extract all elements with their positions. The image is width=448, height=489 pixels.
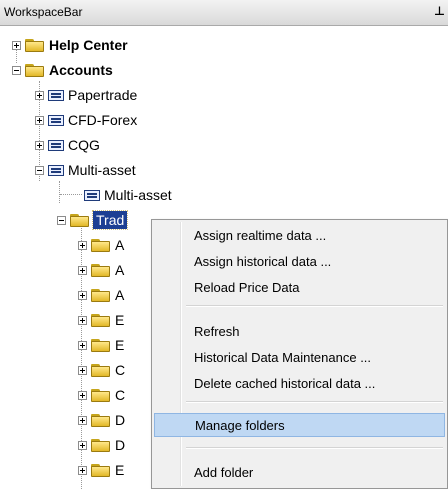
tree-node-label: A	[115, 237, 125, 253]
tree-node-folder[interactable]: D	[78, 409, 125, 431]
tree-node-label: C	[115, 387, 126, 403]
menu-item-label: Assign historical data ...	[194, 253, 332, 269]
tree-node-folder[interactable]: A	[78, 259, 124, 281]
tree-node-accounts[interactable]: Accounts	[12, 59, 113, 81]
menu-item-refresh[interactable]: Refresh	[154, 319, 445, 343]
tree-node-label: Help Center	[49, 37, 128, 53]
menu-separator	[186, 401, 443, 403]
tree-node-label: E	[115, 337, 125, 353]
folder-icon	[91, 338, 111, 352]
expand-plus-icon[interactable]	[78, 315, 87, 325]
workspace-bar-titlebar: WorkspaceBar ⊥	[0, 0, 448, 26]
folder-icon	[91, 463, 111, 477]
expand-plus-icon[interactable]	[78, 290, 87, 300]
tree-node-multi-asset-account[interactable]: Multi-asset	[80, 184, 172, 206]
tree-node-cfd-forex[interactable]: CFD-Forex	[35, 109, 137, 131]
account-icon	[48, 89, 64, 101]
folder-icon	[70, 213, 90, 227]
tree-node-label: CFD-Forex	[68, 112, 138, 128]
folder-icon	[91, 438, 111, 452]
tree-node-help-center[interactable]: Help Center	[12, 34, 128, 56]
tree-connector	[60, 194, 82, 195]
collapse-minus-icon[interactable]	[35, 165, 44, 175]
menu-item-label: Delete cached historical data ...	[194, 375, 376, 391]
account-icon	[84, 189, 100, 201]
folder-icon	[91, 413, 111, 427]
folder-icon	[91, 388, 111, 402]
expand-plus-icon[interactable]	[78, 390, 87, 400]
menu-item-manage-folders[interactable]: Manage folders	[154, 413, 445, 437]
menu-item-assign-realtime-data[interactable]: Assign realtime data ...	[154, 223, 445, 247]
expand-plus-icon[interactable]	[78, 440, 87, 450]
expand-plus-icon[interactable]	[78, 265, 87, 275]
menu-item-label: Add folder	[194, 464, 254, 480]
context-menu: Assign realtime data ... Assign historic…	[151, 219, 448, 489]
tree-node-folder[interactable]: A	[78, 234, 124, 256]
tree-node-label: A	[115, 287, 125, 303]
menu-item-add-folder[interactable]: Add folder	[154, 460, 445, 484]
folder-icon	[91, 288, 111, 302]
menu-item-label: Historical Data Maintenance ...	[194, 349, 372, 365]
folder-icon	[91, 313, 111, 327]
folder-icon	[91, 363, 111, 377]
expand-plus-icon[interactable]	[78, 340, 87, 350]
tree-node-multi-asset[interactable]: Multi-asset	[35, 159, 136, 181]
tree-node-label: D	[115, 412, 126, 428]
tree-node-cqg[interactable]: CQG	[35, 134, 100, 156]
tree-node-label: Papertrade	[68, 87, 138, 103]
account-icon	[48, 164, 64, 176]
tree-node-label: CQG	[68, 137, 100, 153]
expand-plus-icon[interactable]	[78, 415, 87, 425]
expand-plus-icon[interactable]	[78, 465, 87, 475]
menu-item-assign-historical-data[interactable]: Assign historical data ...	[154, 249, 445, 273]
menu-item-label: Assign realtime data ...	[194, 227, 327, 243]
menu-item-historical-data-maintenance[interactable]: Historical Data Maintenance ...	[154, 345, 445, 369]
tree-node-folder[interactable]: C	[78, 359, 125, 381]
expand-plus-icon[interactable]	[35, 115, 44, 125]
tree-node-label: Trad	[91, 210, 129, 230]
tree-node-folder[interactable]: E	[78, 309, 124, 331]
tree-node-folder[interactable]: E	[78, 334, 124, 356]
tree-node-label: Multi-asset	[68, 162, 136, 178]
folder-icon	[25, 38, 45, 52]
tree-node-label: Multi-asset	[104, 187, 172, 203]
tree-node-label: A	[115, 262, 125, 278]
pin-icon[interactable]: ⊥	[434, 4, 445, 18]
tree-node-label: Accounts	[49, 62, 113, 78]
tree-node-papertrade[interactable]: Papertrade	[35, 84, 137, 106]
workspace-bar-panel: WorkspaceBar ⊥ Help Center Accounts Pape…	[0, 0, 448, 489]
menu-item-reload-price-data[interactable]: Reload Price Data	[154, 275, 445, 299]
folder-icon	[91, 263, 111, 277]
tree-node-label: E	[115, 312, 125, 328]
menu-separator	[186, 305, 443, 307]
tree-node-label: E	[115, 462, 125, 478]
tree-node-trade-selected[interactable]: Trad	[57, 209, 129, 231]
expand-plus-icon[interactable]	[12, 40, 21, 50]
menu-item-delete-cached-historical-data[interactable]: Delete cached historical data ...	[154, 371, 445, 395]
folder-icon	[25, 63, 45, 77]
expand-plus-icon[interactable]	[78, 365, 87, 375]
account-icon	[48, 139, 64, 151]
menu-item-label: Manage folders	[195, 417, 285, 433]
menu-item-label: Refresh	[194, 323, 240, 339]
tree-node-folder[interactable]: C	[78, 384, 125, 406]
tree-node-label: D	[115, 437, 126, 453]
menu-separator	[186, 447, 443, 449]
collapse-minus-icon[interactable]	[57, 215, 66, 225]
expand-plus-icon[interactable]	[35, 90, 44, 100]
tree-node-folder[interactable]: D	[78, 434, 125, 456]
tree-connector	[59, 181, 60, 203]
tree-node-label: C	[115, 362, 126, 378]
menu-item-label: Reload Price Data	[194, 279, 300, 295]
expand-plus-icon[interactable]	[78, 240, 87, 250]
tree-node-folder[interactable]: A	[78, 284, 124, 306]
panel-title: WorkspaceBar	[4, 5, 83, 19]
tree-node-folder[interactable]: E	[78, 459, 124, 481]
folder-icon	[91, 238, 111, 252]
account-icon	[48, 114, 64, 126]
expand-plus-icon[interactable]	[35, 140, 44, 150]
collapse-minus-icon[interactable]	[12, 65, 21, 75]
